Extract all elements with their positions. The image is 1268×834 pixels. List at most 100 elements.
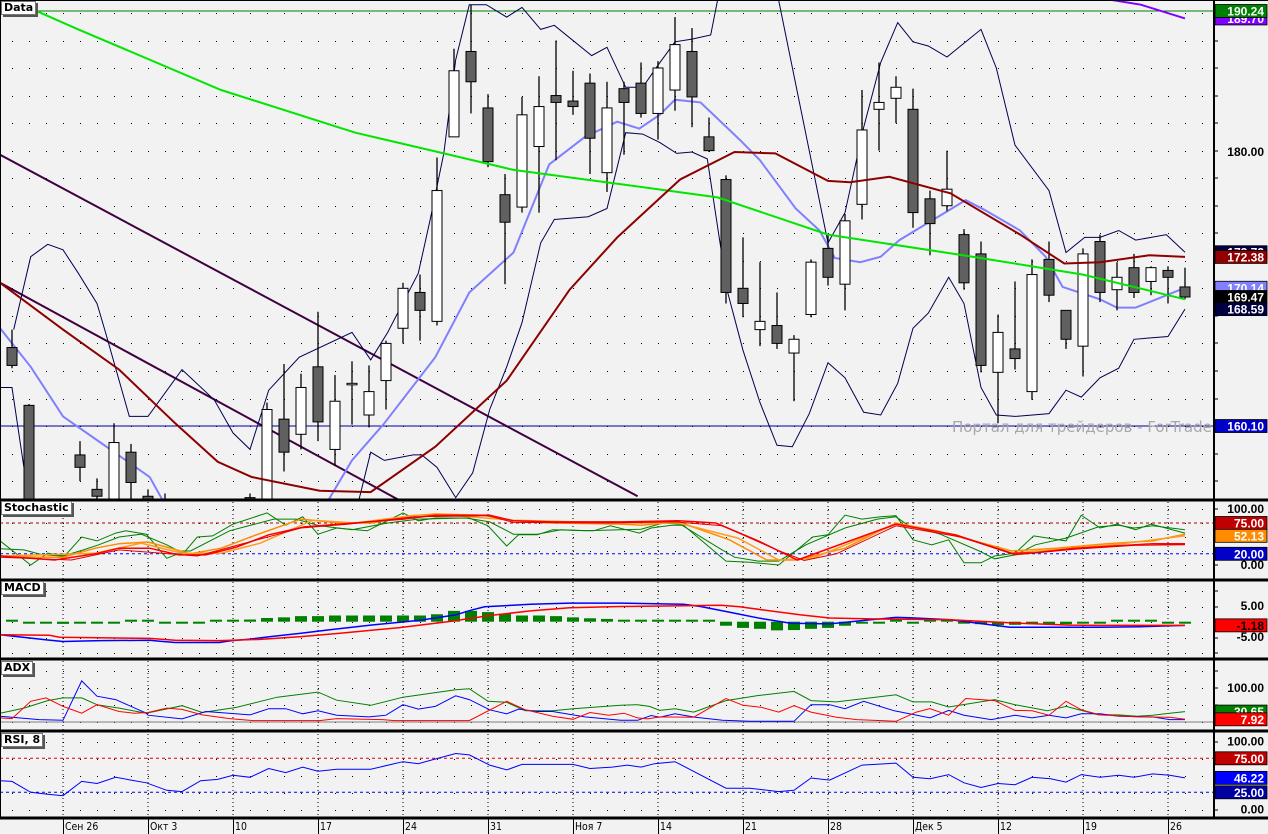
trendline[interactable] [0,153,639,498]
candle-bullish [380,340,392,410]
panel-tag-macd[interactable]: MACD [1,581,44,595]
value-label: 75.00 [1214,751,1268,766]
candle-body [1179,286,1191,298]
candle-body [329,400,341,450]
candle-body [788,338,800,354]
candle-body [380,342,392,382]
value-label: 46.22 [1214,770,1268,785]
axis-tick-label: 5.00 [1241,599,1265,613]
macd-histogram-bar [312,616,324,622]
candle-bullish [805,259,817,318]
candle-bearish [1060,309,1072,349]
candle-bearish [312,311,324,442]
candle-bullish [363,365,375,428]
rsi-line [0,752,1186,797]
candle-bearish [164,493,166,499]
macd-histogram-bar [635,619,647,622]
panel-tag-adx[interactable]: ADX [1,661,34,675]
value-label: 190.24 [1214,4,1268,18]
time-axis-tick [318,819,319,834]
candle-body [924,198,936,225]
candle-bearish [74,441,86,482]
candle-body [1043,258,1055,296]
candle-body [499,194,511,223]
macd-histogram-bar [533,615,545,622]
time-axis-label: 28 [830,820,842,833]
candle-bullish [1026,259,1038,400]
time-axis-label: 19 [1085,820,1097,833]
macd-panel[interactable] [0,582,1203,658]
macd-histogram-bar [856,621,868,624]
candle-body [992,331,1004,373]
candle-body [873,101,885,110]
candle-bearish [6,329,18,369]
chart-canvas[interactable]: 180.00189.70190.24172.72172.38170.14169.… [0,0,1268,834]
watermark-text: Портал для трейдеров - ForTrader.ru [952,418,1213,436]
macd-histogram-bar [1060,621,1072,625]
trendline[interactable] [0,281,400,501]
candle-body [822,247,834,278]
rsi-panel[interactable] [0,734,1213,817]
candle-body [91,488,103,497]
stoch-d-orange-1 [0,513,1186,561]
macd-histogram-bar [754,621,766,629]
ma-purple [1111,1,1186,20]
stochastic-panel[interactable] [0,502,1213,579]
candle-bearish [482,94,494,168]
svg-text:190.24: 190.24 [1227,4,1264,18]
panel-tag-data[interactable]: Data [1,1,37,15]
svg-text:160.10: 160.10 [1227,420,1264,434]
macd-histogram-bar [1111,619,1123,622]
macd-histogram-bar [193,621,205,624]
macd-histogram-bar [686,619,698,622]
value-label: 168.59 [1214,302,1268,317]
time-axis-label: 17 [320,820,332,833]
candle-bearish [465,4,477,114]
svg-text:168.59: 168.59 [1227,303,1264,317]
grid-dots [12,591,1203,654]
time-axis-tick [998,819,999,834]
candle-bullish [108,423,120,499]
candle-bullish [516,96,528,213]
candle-body [261,408,273,499]
macd-histogram-bar [516,615,528,622]
candle-bearish [567,70,579,115]
macd-histogram-bar [1145,619,1157,622]
candle-body [363,391,375,416]
candle-bullish [941,150,953,212]
time-axis-label: 10 [235,820,247,833]
candle-body [228,572,238,606]
time-axis-tick [658,819,659,834]
candle-bullish [346,361,358,425]
candle-body [448,70,460,138]
time-axis-label: 21 [745,820,757,833]
macd-histogram-bar [669,619,681,622]
time-axis-label: 26 [1170,820,1182,833]
svg-text:25.00: 25.00 [1234,786,1264,800]
macd-histogram-bar [278,617,290,622]
candle-bearish [771,292,783,349]
candle-bullish [873,62,885,151]
macd-histogram-bar [227,619,239,622]
candle-body [669,44,681,91]
panel-tag-rsi[interactable]: RSI, 8 [1,733,44,747]
candle-body [1026,274,1038,393]
time-axis-label: 14 [660,820,672,833]
candle-bullish [228,565,238,634]
macd-histogram-bar [890,619,902,622]
candle-bearish [278,364,290,472]
time-axis-tick [573,819,574,834]
candle-bullish [533,76,545,213]
candle-bullish [601,81,613,192]
candle-body [856,129,868,205]
candle-body [584,82,596,139]
candle-bearish [41,510,51,572]
macd-histogram-bar [618,619,630,622]
value-label: 25.00 [1214,785,1268,800]
macd-histogram-bar [550,616,562,622]
adx-panel[interactable] [0,661,1213,730]
panel-tag-stochastic[interactable]: Stochastic [1,501,72,515]
candle-body [567,100,579,108]
macd-histogram-bar [261,617,273,622]
macd-histogram-bar [805,621,817,629]
